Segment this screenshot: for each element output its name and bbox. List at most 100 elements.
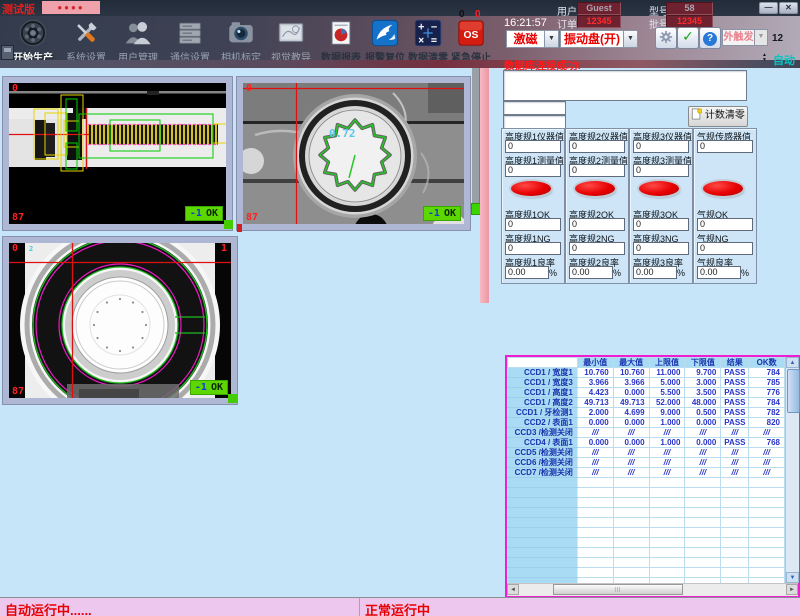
row-label [508, 538, 578, 548]
table-row[interactable]: CCD1 / 宽度110.76010.76011.0009.700PASS784 [508, 368, 785, 378]
row-label [508, 568, 578, 578]
close-button[interactable]: ✕ [779, 2, 798, 14]
minimize-button[interactable]: — [759, 2, 778, 14]
gauge-ok-value[interactable]: 0 [697, 218, 753, 231]
camera-view-2[interactable]: 0.72 0 87 -1OK [237, 77, 470, 230]
gauge-ok-value[interactable]: 0 [505, 218, 561, 231]
toolbar-item-10[interactable]: OS紧急停止 [446, 18, 496, 64]
trial-version-label: 测试版 [2, 1, 35, 17]
gauge-ng-value[interactable]: 0 [697, 242, 753, 255]
vibration-combo[interactable]: 振动盘(开) [560, 30, 624, 48]
vibration-combo-arrow-icon[interactable]: ▼ [623, 30, 638, 48]
table-cell: /// [685, 448, 721, 458]
gauge-field-value[interactable]: 0 [569, 140, 625, 153]
table-cell: /// [649, 458, 685, 468]
gauge-field-value[interactable]: 0 [633, 164, 689, 177]
table-row[interactable]: CCD3 /检测关闭////////////////// [508, 428, 785, 438]
gauge-ok-value[interactable]: 0 [633, 218, 689, 231]
table-row-empty [508, 538, 785, 548]
confirm-check-button[interactable]: ✓ [677, 27, 699, 49]
camera1-index: 0 [12, 83, 18, 94]
measurement-table: 最小值最大值上限值下限值结果OK数CCD1 / 宽度110.76010.7601… [507, 357, 785, 583]
gauge-field-value[interactable]: 0 [633, 140, 689, 153]
table-cell [613, 558, 649, 568]
gauge-ng-value[interactable]: 0 [569, 242, 625, 255]
toolbar-item-7[interactable]: 数据报表 [316, 18, 366, 64]
toolbar-item-1[interactable]: 开始生产 [8, 18, 58, 64]
table-cell [749, 538, 785, 548]
input-small-1[interactable] [503, 101, 566, 115]
magnet-combo-arrow-icon[interactable]: ▼ [544, 30, 559, 48]
gauge-ng-value[interactable]: 0 [633, 242, 689, 255]
gauge-yield-value[interactable]: 0.00 [569, 266, 613, 279]
table-row[interactable]: CCD1 / 高度249.71349.71352.00048.000PASS78… [508, 398, 785, 408]
table-cell: PASS [721, 408, 749, 418]
table-row[interactable]: CCD4 / 表面10.0000.0001.0000.000PASS768 [508, 438, 785, 448]
table-cell: 2.000 [577, 408, 613, 418]
table-cell: 0.000 [685, 438, 721, 448]
magnet-combo[interactable]: 激磁 [506, 30, 545, 48]
count-clear-button[interactable]: 计数清零 [688, 106, 748, 127]
table-row[interactable]: CCD5 /检测关闭////////////////// [508, 448, 785, 458]
vertical-scroll-thumb[interactable] [787, 369, 800, 413]
gauge-yield-value[interactable]: 0.00 [697, 266, 741, 279]
table-cell [649, 528, 685, 538]
gauge-panel-3: 高度规3仪器值0高度规3测量值0高度规3OK0高度规3NG0高度规3良率0.00… [629, 128, 693, 284]
scroll-down-icon[interactable]: ▼ [786, 572, 799, 583]
toolbar-item-5[interactable]: 相机标定 [216, 18, 266, 64]
table-cell: /// [749, 428, 785, 438]
trigger-combo[interactable]: 外触发 [722, 29, 755, 46]
scroll-up-icon[interactable]: ▲ [786, 357, 799, 368]
counter-red: 0 [475, 9, 481, 20]
toolbar-item-6[interactable]: 视觉教导 [266, 18, 316, 64]
table-cell: 49.713 [577, 398, 613, 408]
table-cell [649, 548, 685, 558]
table-cell: 10.760 [613, 368, 649, 378]
scroll-left-icon[interactable]: ◄ [507, 584, 519, 595]
table-cell: 0.000 [577, 438, 613, 448]
gauge-field-value[interactable]: 0 [569, 164, 625, 177]
gauge-ok-value[interactable]: 0 [569, 218, 625, 231]
comm-server-icon [165, 18, 215, 49]
toolbar-item-4[interactable]: 通信设置 [165, 18, 215, 64]
message-box[interactable] [503, 70, 747, 101]
table-vertical-scrollbar[interactable]: ▲ ▼ [785, 357, 799, 583]
table-cell [649, 538, 685, 548]
gauge-field-value[interactable]: 0 [505, 140, 561, 153]
settings-gear-button[interactable] [655, 27, 677, 49]
toolbar-item-3[interactable]: 用户管理 [113, 18, 163, 64]
table-cell [749, 508, 785, 518]
table-cell: /// [613, 428, 649, 438]
input-small-2[interactable] [503, 115, 566, 129]
gauge-yield-value[interactable]: 0.00 [633, 266, 677, 279]
table-cell [749, 488, 785, 498]
table-cell: /// [685, 468, 721, 478]
table-row[interactable]: CCD2 / 表面10.0000.0001.0000.000PASS820 [508, 418, 785, 428]
status-led-icon [703, 181, 743, 196]
status-bar: 自动运行中...... 正常运行中 [0, 597, 800, 616]
table-row[interactable]: CCD1 / 宽度33.9663.9665.0003.000PASS785 [508, 378, 785, 388]
gauge-ng-value[interactable]: 0 [505, 242, 561, 255]
scroll-right-icon[interactable]: ► [786, 584, 798, 595]
gauge-field-value[interactable]: 0 [697, 140, 753, 153]
toolbar-item-2[interactable]: 系统设置 [61, 18, 111, 64]
table-cell [749, 498, 785, 508]
table-row[interactable]: CCD7 /检测关闭////////////////// [508, 468, 785, 478]
camera-view-3[interactable]: 0 1 2 87 -1OK [3, 237, 237, 404]
table-cell [649, 518, 685, 528]
camera-view-1[interactable]: 0 87 -1OK [3, 77, 232, 230]
table-cell [613, 538, 649, 548]
table-horizontal-scrollbar[interactable]: ◄ ||| ► [507, 583, 798, 596]
gauge-field-value[interactable]: 0 [505, 164, 561, 177]
auto-spinner-icon[interactable]: ▲▼ [762, 53, 767, 63]
gauge-yield-unit: % [677, 268, 685, 278]
column-header: OK数 [749, 358, 785, 368]
level-indicator-track [472, 68, 480, 203]
table-row[interactable]: CCD1 / 高度14.4230.0005.5003.500PASS776 [508, 388, 785, 398]
horizontal-scroll-thumb[interactable]: ||| [553, 584, 683, 595]
gauge-yield-value[interactable]: 0.00 [505, 266, 549, 279]
table-row[interactable]: CCD6 /检测关闭////////////////// [508, 458, 785, 468]
table-cell: /// [721, 458, 749, 468]
table-row[interactable]: CCD1 / 牙检测12.0004.6999.0000.500PASS782 [508, 408, 785, 418]
help-button[interactable]: ? [699, 27, 721, 49]
